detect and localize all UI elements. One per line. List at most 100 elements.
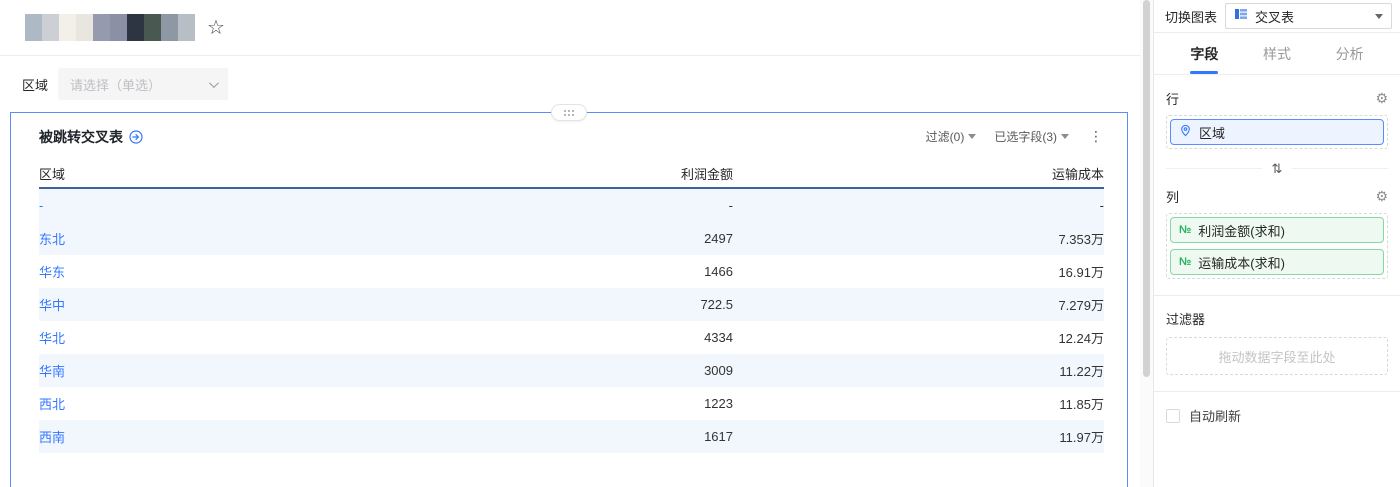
- region-filter-select[interactable]: 请选择（单选）: [58, 68, 229, 100]
- table-row: 东北 2497 7.353万: [39, 222, 1104, 255]
- column-header-region: 区域: [39, 166, 66, 182]
- field-chip-label: 运输成本(求和): [1198, 255, 1285, 271]
- profit-cell: 1466: [704, 264, 733, 279]
- divider: [1166, 168, 1262, 169]
- redacted-block: [93, 14, 110, 41]
- selected-fields-dropdown[interactable]: 已选字段(3): [994, 128, 1069, 145]
- chart-title: 被跳转交叉表: [39, 128, 123, 145]
- caret-down-icon: [1375, 13, 1383, 19]
- chart-type-value: 交叉表: [1255, 9, 1295, 25]
- config-panel: 切换图表 交叉表 字段 样式 分析 行 ⚙ 区域 ⇅ 列 ⚙ № 利润金额(求和…: [1153, 0, 1400, 487]
- filter-count-label: 过滤(0): [925, 130, 965, 144]
- table-row: 西南 1617 11.97万: [39, 420, 1104, 453]
- region-cell[interactable]: 华北: [39, 328, 369, 347]
- top-bar: ☆: [0, 0, 1154, 56]
- table-row: 华中 722.5 7.279万: [39, 288, 1104, 321]
- measure-icon: №: [1179, 224, 1192, 236]
- tab-style[interactable]: 样式: [1259, 33, 1295, 74]
- redacted-block: [127, 14, 144, 41]
- filter-count-dropdown[interactable]: 过滤(0): [926, 128, 977, 145]
- drag-dots-icon: [564, 109, 574, 116]
- panel-body: 行 ⚙ 区域 ⇅ 列 ⚙ № 利润金额(求和) № 运输成本(求和) 过滤器 拖…: [1154, 75, 1400, 425]
- filter-label: 区域: [22, 77, 49, 93]
- caret-down-icon: [1061, 134, 1069, 139]
- cost-cell: -: [1099, 198, 1104, 213]
- drag-handle[interactable]: [551, 104, 587, 121]
- cost-cell: 7.279万: [1058, 298, 1104, 313]
- profit-cell: 1617: [704, 429, 733, 444]
- switch-chart-label: 切换图表: [1165, 9, 1218, 25]
- chart-type-select[interactable]: 交叉表: [1225, 3, 1392, 29]
- filters-section-label: 过滤器: [1166, 312, 1206, 327]
- redacted-block: [42, 14, 59, 41]
- scrollbar-thumb[interactable]: [1143, 0, 1150, 377]
- scrollbar-track[interactable]: [1140, 0, 1153, 487]
- chart-switch-row: 切换图表 交叉表: [1154, 0, 1400, 33]
- profit-cell: 722.5: [700, 297, 733, 312]
- caret-down-icon: [968, 134, 977, 139]
- cross-table-card[interactable]: 被跳转交叉表 过滤(0) 已选字段(3) ⋮ 区域 利润金额 运输成本 - - …: [10, 104, 1128, 487]
- region-cell[interactable]: 华东: [39, 262, 369, 281]
- table-row: 西北 1223 11.85万: [39, 387, 1104, 420]
- tab-fields[interactable]: 字段: [1186, 33, 1222, 74]
- profit-cell: 2497: [704, 231, 733, 246]
- redacted-block: [161, 14, 178, 41]
- field-chip-label: 利润金额(求和): [1198, 223, 1285, 239]
- field-chip-profit[interactable]: № 利润金额(求和): [1170, 217, 1384, 243]
- auto-refresh-checkbox[interactable]: [1166, 408, 1180, 423]
- table-row: 华北 4334 12.24万: [39, 321, 1104, 354]
- cost-cell: 16.91万: [1058, 265, 1104, 280]
- profit-cell: -: [728, 198, 733, 213]
- cost-cell: 7.353万: [1058, 232, 1104, 247]
- auto-refresh-label: 自动刷新: [1189, 409, 1242, 424]
- redacted-block: [76, 14, 93, 41]
- region-cell[interactable]: 西北: [39, 394, 369, 413]
- swap-rows-columns-icon[interactable]: ⇅: [1272, 162, 1283, 175]
- redacted-title: [25, 14, 195, 41]
- columns-dropzone[interactable]: № 利润金额(求和) № 运输成本(求和): [1166, 213, 1388, 279]
- redacted-block: [144, 14, 161, 41]
- region-cell[interactable]: 东北: [39, 229, 369, 248]
- selected-fields-label: 已选字段(3): [994, 130, 1057, 144]
- table-header-row: 区域 利润金额 运输成本: [39, 159, 1104, 189]
- redacted-block: [59, 14, 76, 41]
- auto-refresh-row[interactable]: 自动刷新: [1166, 406, 1388, 425]
- region-cell[interactable]: 华中: [39, 295, 369, 314]
- region-cell[interactable]: 华南: [39, 361, 369, 380]
- profit-cell: 1223: [704, 396, 733, 411]
- rows-section-label: 行: [1166, 91, 1180, 107]
- swap-row: ⇅: [1166, 162, 1388, 175]
- filter-placeholder: 请选择（单选）: [70, 77, 162, 93]
- filters-dropzone-placeholder: 拖动数据字段至此处: [1218, 349, 1336, 365]
- redacted-block: [25, 14, 42, 41]
- rows-dropzone[interactable]: 区域: [1166, 115, 1388, 149]
- chevron-down-icon: [208, 77, 219, 88]
- gear-icon[interactable]: ⚙: [1375, 189, 1388, 203]
- divider: [1154, 391, 1400, 392]
- region-cell[interactable]: 西南: [39, 427, 369, 446]
- tab-analysis[interactable]: 分析: [1332, 33, 1368, 74]
- table-row: - - -: [39, 189, 1104, 222]
- jump-link-icon[interactable]: [129, 129, 143, 144]
- field-chip-cost[interactable]: № 运输成本(求和): [1170, 249, 1384, 275]
- table-row: 华南 3009 11.22万: [39, 354, 1104, 387]
- redacted-block: [110, 14, 127, 41]
- field-chip-region[interactable]: 区域: [1170, 119, 1384, 145]
- column-header-profit: 利润金额: [680, 166, 733, 182]
- location-pin-icon: [1179, 124, 1192, 140]
- cost-cell: 11.22万: [1059, 364, 1104, 379]
- panel-tabs: 字段 样式 分析: [1154, 33, 1400, 75]
- field-chip-label: 区域: [1199, 125, 1226, 141]
- divider: [1292, 168, 1388, 169]
- favorite-star-icon[interactable]: ☆: [207, 18, 225, 38]
- card-toolbar: 过滤(0) 已选字段(3) ⋮: [926, 128, 1105, 145]
- table-body: - - - 东北 2497 7.353万 华东 1466 16.91万 华中 7…: [39, 189, 1104, 453]
- region-cell[interactable]: -: [39, 198, 369, 213]
- cost-cell: 11.85万: [1059, 397, 1104, 412]
- redacted-block: [178, 14, 195, 41]
- gear-icon[interactable]: ⚙: [1375, 91, 1388, 105]
- more-menu-icon[interactable]: ⋮: [1087, 128, 1105, 145]
- profit-cell: 3009: [704, 363, 733, 378]
- cross-table: 区域 利润金额 运输成本 - - - 东北 2497 7.353万 华东 146…: [39, 159, 1104, 453]
- filters-dropzone[interactable]: 拖动数据字段至此处: [1166, 337, 1388, 375]
